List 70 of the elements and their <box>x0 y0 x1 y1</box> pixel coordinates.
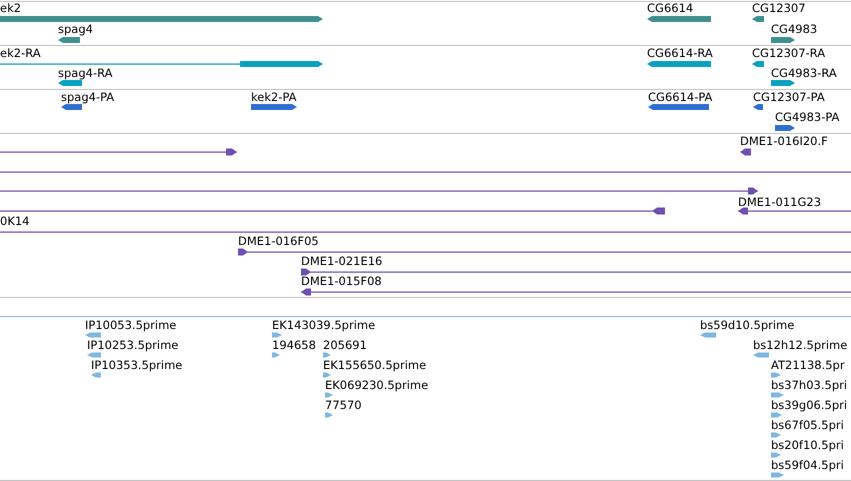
feature-label: CG12307 <box>752 1 806 15</box>
protein-arrow[interactable] <box>775 125 795 131</box>
est-arrow[interactable] <box>771 392 784 398</box>
est-arrow[interactable] <box>272 352 280 358</box>
transcript-arrow[interactable] <box>58 80 82 86</box>
feature-label: bs59f04.5pri <box>771 458 844 472</box>
est-arrow[interactable] <box>323 352 331 358</box>
feature-label: 205691 <box>323 338 367 352</box>
transcript-arrow[interactable] <box>771 80 795 86</box>
feature-label: 77570 <box>325 398 362 412</box>
feature-label: bs37h03.5pri <box>771 378 848 392</box>
feature-label: EK143039.5prime <box>272 318 376 332</box>
transcript-arrow[interactable] <box>0 61 323 67</box>
feature-label: DME1-011G23 <box>738 195 822 209</box>
feature-label: spag4-PA <box>61 90 114 104</box>
feature-label: DME1-016I20.F <box>740 134 828 148</box>
feature-label: DME1-016F05 <box>238 234 319 248</box>
feature-label: bs39g06.5pri <box>771 398 848 412</box>
est-arrow[interactable] <box>323 372 331 378</box>
protein-arrow[interactable] <box>251 104 297 110</box>
feature-label: CG12307-RA <box>752 46 826 60</box>
feature-label: CG6614 <box>647 1 694 15</box>
est-arrow[interactable] <box>325 392 333 398</box>
transcript-arrow[interactable] <box>647 61 711 67</box>
est-arrow[interactable] <box>272 332 282 338</box>
feature-label: CG6614-PA <box>648 90 712 104</box>
feature-label: DME1-021E16 <box>301 254 382 268</box>
feature-label: ek2 <box>0 1 22 15</box>
est-arrow[interactable] <box>771 372 781 378</box>
est-arrow[interactable] <box>87 352 101 358</box>
feature-label: CG4983-PA <box>775 110 840 124</box>
est-arrow[interactable] <box>325 412 333 418</box>
feature-label: spag4-RA <box>58 66 112 80</box>
feature-label: AT21138.5pr <box>771 358 845 372</box>
feature-label: DME1-015F08 <box>301 274 382 288</box>
feature-label: bs20f10.5pri <box>771 438 844 452</box>
feature-label: EK155650.5prime <box>323 358 426 372</box>
feature-label: CG12307-PA <box>753 90 825 104</box>
feature-label: 194658 <box>272 338 316 352</box>
est-arrow[interactable] <box>771 452 781 458</box>
feature-label: bs59d10.5prime <box>700 318 794 332</box>
protein-arrow[interactable] <box>753 104 763 110</box>
protein-arrow[interactable] <box>61 104 82 110</box>
feature-label: IP10353.5prime <box>91 358 182 372</box>
feature-label: bs12h12.5prime <box>753 338 848 352</box>
est-arrow[interactable] <box>753 352 769 358</box>
gene-arrow[interactable] <box>58 37 80 43</box>
protein-arrow[interactable] <box>648 104 709 110</box>
gene-arrow[interactable] <box>771 37 795 43</box>
feature-label: spag4 <box>58 22 93 36</box>
est-arrow[interactable] <box>771 472 784 478</box>
transcript-arrow[interactable] <box>752 61 764 67</box>
feature-label: EK069230.5prime <box>325 378 428 392</box>
feature-label: CG4983-RA <box>771 66 837 80</box>
feature-label: IP10253.5prime <box>87 338 178 352</box>
feature-label: CG4983 <box>771 22 818 36</box>
est-arrow[interactable] <box>85 332 101 338</box>
est-arrow[interactable] <box>771 412 782 418</box>
est-arrow[interactable] <box>700 332 716 338</box>
est-arrow[interactable] <box>91 372 101 378</box>
feature-label: bs67f05.5pri <box>771 418 844 432</box>
feature-label: kek2-PA <box>251 90 297 104</box>
gene-arrow[interactable] <box>647 16 711 22</box>
feature-label: 0K14 <box>0 214 30 228</box>
feature-label: IP10053.5prime <box>85 318 176 332</box>
est-arrow[interactable] <box>771 432 781 438</box>
feature-label: ek2-RA <box>0 46 41 60</box>
clone-arrow[interactable] <box>740 148 751 156</box>
feature-label: CG6614-RA <box>647 46 713 60</box>
gene-arrow[interactable] <box>752 16 764 22</box>
